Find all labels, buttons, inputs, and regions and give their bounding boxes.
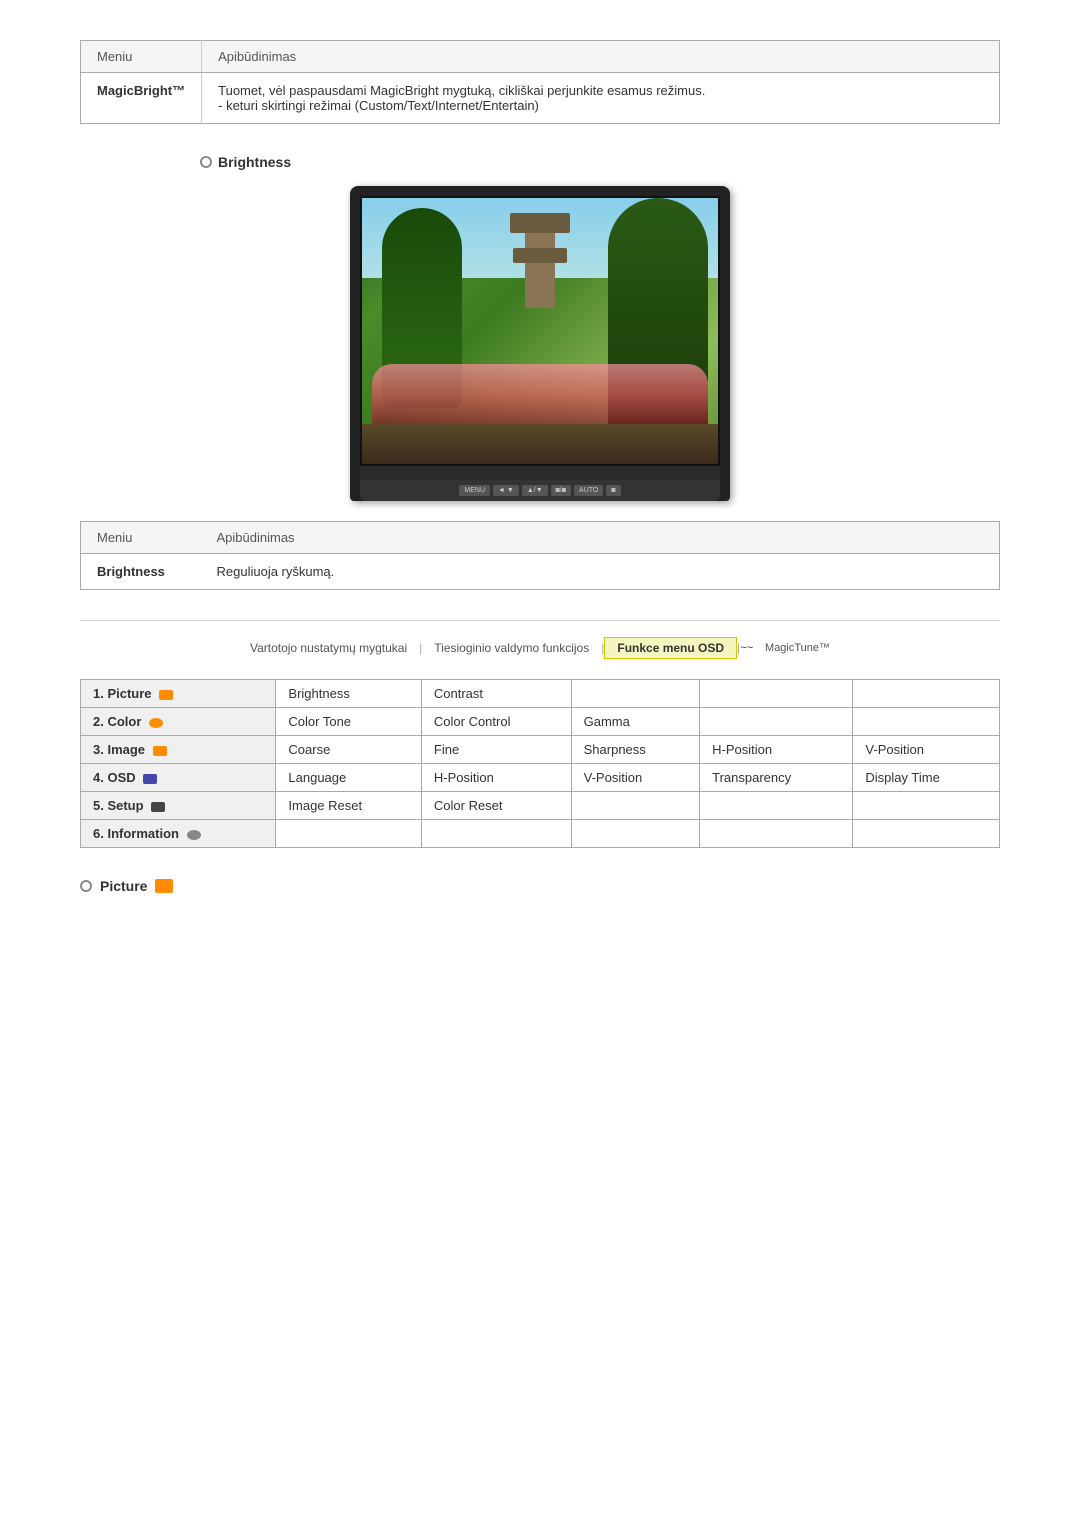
menu-item-empty-4 xyxy=(700,708,853,736)
table-row: 6. Information xyxy=(81,820,1000,848)
monitor-screen xyxy=(360,196,720,466)
ctrl-menu[interactable]: MENU xyxy=(459,485,490,496)
ctrl-power[interactable]: ◙ xyxy=(606,485,620,496)
menu-item-osd-h-position[interactable]: H-Position xyxy=(421,764,571,792)
menu-item-empty-10 xyxy=(421,820,571,848)
menu-cat-color: 2. Color xyxy=(81,708,276,736)
table-row: 1. Picture Brightness Contrast xyxy=(81,680,1000,708)
menu-item-h-position[interactable]: H-Position xyxy=(700,736,853,764)
image-icon xyxy=(153,746,167,756)
top-info-table: Meniu Apibūdinimas MagicBright™ Tuomet, … xyxy=(80,40,1000,124)
magicbright-label: MagicBright™ xyxy=(81,73,202,124)
ground xyxy=(362,424,718,464)
menu-item-empty-1 xyxy=(571,680,699,708)
menu-cat-image: 3. Image xyxy=(81,736,276,764)
monitor-base-bar xyxy=(360,466,720,480)
menu-item-color-control[interactable]: Color Control xyxy=(421,708,571,736)
menu-cat-setup: 5. Setup xyxy=(81,792,276,820)
menu-item-empty-12 xyxy=(700,820,853,848)
brightness-row-label: Brightness xyxy=(81,554,201,590)
ctrl-arrows[interactable]: ◄ ▼ xyxy=(493,485,519,496)
menu-item-sharpness[interactable]: Sharpness xyxy=(571,736,699,764)
nav-item-direct-control[interactable]: Tiesioginio valdymo funkcijos xyxy=(422,641,601,655)
menu-item-empty-11 xyxy=(571,820,699,848)
picture-section: Picture xyxy=(80,878,1000,894)
menu-item-empty-8 xyxy=(853,792,1000,820)
menu-item-coarse[interactable]: Coarse xyxy=(276,736,421,764)
table-row: 3. Image Coarse Fine Sharpness H-Positio… xyxy=(81,736,1000,764)
menu-item-color-reset[interactable]: Color Reset xyxy=(421,792,571,820)
picture-icon xyxy=(159,690,173,700)
menu-item-empty-3 xyxy=(853,680,1000,708)
brightness-info-table: Meniu Apibūdinimas Brightness Reguliuoja… xyxy=(80,521,1000,590)
picture-section-label: Picture xyxy=(100,878,147,894)
top-table-col1-header: Meniu xyxy=(81,41,202,73)
brightness-section-heading: Brightness xyxy=(200,154,1000,170)
menu-item-empty-7 xyxy=(700,792,853,820)
pagoda xyxy=(525,228,555,308)
monitor-outer: MENU ◄ ▼ ▲/▼ ◙/◙ AUTO ◙ xyxy=(350,186,730,501)
monitor-display: MENU ◄ ▼ ▲/▼ ◙/◙ AUTO ◙ xyxy=(80,186,1000,501)
table-row: 4. OSD Language H-Position V-Position Tr… xyxy=(81,764,1000,792)
ctrl-auto[interactable]: AUTO xyxy=(574,485,603,496)
menu-item-fine[interactable]: Fine xyxy=(421,736,571,764)
brightness-table-col2: Apibūdinimas xyxy=(201,522,1000,554)
menu-item-gamma[interactable]: Gamma xyxy=(571,708,699,736)
menu-item-empty-5 xyxy=(853,708,1000,736)
nav-item-user-settings[interactable]: Vartotojo nustatymų mygtukai xyxy=(238,641,419,655)
brightness-heading-text: Brightness xyxy=(218,154,291,170)
info-icon xyxy=(187,830,201,840)
menu-item-transparency[interactable]: Transparency xyxy=(700,764,853,792)
picture-circle-icon xyxy=(80,880,92,892)
menu-cat-osd: 4. OSD xyxy=(81,764,276,792)
table-row: 2. Color Color Tone Color Control Gamma xyxy=(81,708,1000,736)
menu-item-display-time[interactable]: Display Time xyxy=(853,764,1000,792)
nav-item-funkce-menu[interactable]: Funkce menu OSD xyxy=(604,637,737,659)
nav-bar: Vartotojo nustatymų mygtukai | Tiesiogin… xyxy=(80,620,1000,659)
ctrl-updown[interactable]: ▲/▼ xyxy=(522,485,548,496)
brightness-circle-icon xyxy=(200,156,212,168)
osd-icon xyxy=(143,774,157,784)
magicbright-desc: Tuomet, vėl paspausdami MagicBright mygt… xyxy=(202,73,1000,124)
monitor-controls: MENU ◄ ▼ ▲/▼ ◙/◙ AUTO ◙ xyxy=(360,480,720,501)
nav-logo-icon: ~~ xyxy=(740,642,753,654)
menu-item-v-position[interactable]: V-Position xyxy=(853,736,1000,764)
menu-item-empty-9 xyxy=(276,820,421,848)
top-table-col2-header: Apibūdinimas xyxy=(202,41,1000,73)
table-row: 5. Setup Image Reset Color Reset xyxy=(81,792,1000,820)
menu-grid-table: 1. Picture Brightness Contrast 2. Color … xyxy=(80,679,1000,848)
menu-item-color-tone[interactable]: Color Tone xyxy=(276,708,421,736)
menu-item-empty-13 xyxy=(853,820,1000,848)
picture-orange-icon xyxy=(155,879,173,893)
brightness-row-desc: Reguliuoja ryškumą. xyxy=(201,554,1000,590)
flowers xyxy=(372,364,708,424)
menu-item-brightness[interactable]: Brightness xyxy=(276,680,421,708)
menu-cat-information: 6. Information xyxy=(81,820,276,848)
menu-item-contrast[interactable]: Contrast xyxy=(421,680,571,708)
menu-item-osd-v-position[interactable]: V-Position xyxy=(571,764,699,792)
brightness-table-col1: Meniu xyxy=(81,522,201,554)
setup-icon xyxy=(151,802,165,812)
menu-item-empty-6 xyxy=(571,792,699,820)
menu-item-image-reset[interactable]: Image Reset xyxy=(276,792,421,820)
nav-item-magictune[interactable]: MagicTune™ xyxy=(753,642,842,654)
menu-item-language[interactable]: Language xyxy=(276,764,421,792)
ctrl-esc[interactable]: ◙/◙ xyxy=(551,485,571,496)
menu-cat-picture: 1. Picture xyxy=(81,680,276,708)
menu-item-empty-2 xyxy=(700,680,853,708)
color-icon xyxy=(149,718,163,728)
